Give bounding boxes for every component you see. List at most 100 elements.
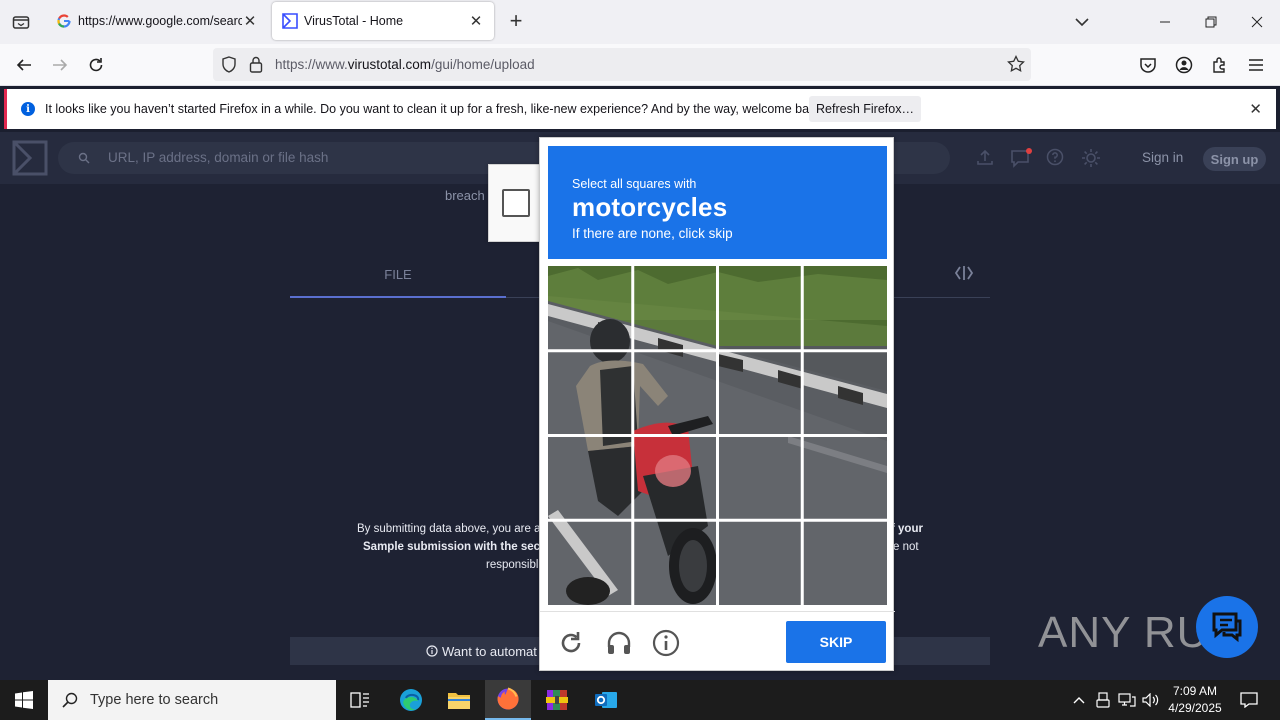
- challenge-footer: SKIP: [540, 611, 895, 671]
- start-windows-icon[interactable]: [0, 680, 48, 720]
- grid-cell-16[interactable]: [803, 521, 886, 604]
- grid-cell-8[interactable]: [803, 351, 886, 434]
- url-path: /gui/home/upload: [431, 57, 535, 72]
- restore-button[interactable]: [1188, 0, 1234, 44]
- grid-cell-5[interactable]: [548, 351, 631, 434]
- clock-time: 7:09 AM: [1172, 684, 1218, 698]
- network-icon[interactable]: [1117, 690, 1137, 710]
- tab-bar: https://www.google.com/search ✕ VirusTot…: [0, 0, 1280, 44]
- challenge-target: motorcycles: [572, 192, 728, 222]
- tab-file[interactable]: FILE: [290, 252, 506, 298]
- grid-cell-12[interactable]: [803, 436, 886, 519]
- sign-up-button[interactable]: Sign up: [1203, 147, 1266, 171]
- google-icon: [56, 13, 72, 29]
- list-all-tabs-icon[interactable]: [0, 0, 42, 44]
- intro-text: breach: [445, 188, 485, 203]
- chat-support-button[interactable]: [1196, 596, 1258, 658]
- search-icon: [78, 152, 90, 167]
- notification-message: It looks like you haven’t started Firefo…: [45, 102, 826, 116]
- taskbar-search-input[interactable]: Type here to search: [48, 680, 336, 720]
- back-icon[interactable]: [9, 50, 39, 80]
- url-domain: virustotal.com: [347, 57, 432, 72]
- grid-cell-2[interactable]: [633, 266, 716, 349]
- menu-icon[interactable]: [1241, 50, 1271, 80]
- sign-in-link[interactable]: Sign in: [1142, 150, 1183, 165]
- grid-cell-15[interactable]: [718, 521, 801, 604]
- lock-icon[interactable]: [249, 56, 263, 76]
- clock-date: 4/29/2025: [1168, 701, 1222, 715]
- challenge-instruction: Select all squares with: [572, 177, 697, 191]
- edge-icon[interactable]: [388, 680, 434, 720]
- minimize-button[interactable]: [1142, 0, 1188, 44]
- tracking-shield-icon[interactable]: [221, 56, 237, 76]
- notifications-icon[interactable]: [1010, 148, 1032, 168]
- volume-icon[interactable]: [1141, 690, 1161, 710]
- grid-cell-7[interactable]: [718, 351, 801, 434]
- grid-cell-14[interactable]: [633, 521, 716, 604]
- challenge-hint: If there are none, click skip: [572, 226, 733, 241]
- tab-google[interactable]: https://www.google.com/search ✕: [46, 2, 268, 40]
- terms-line2-end: e not: [893, 541, 919, 553]
- new-tab-button[interactable]: +: [503, 8, 529, 36]
- tab-title: https://www.google.com/search: [78, 14, 242, 28]
- extensions-icon[interactable]: [1205, 50, 1235, 80]
- winrar-icon[interactable]: [534, 680, 580, 720]
- search-icon: [62, 692, 78, 708]
- upload-icon[interactable]: [976, 148, 996, 168]
- help-info-icon[interactable]: [652, 629, 680, 657]
- info-icon: i: [21, 102, 35, 116]
- close-tab-icon[interactable]: ✕: [242, 12, 258, 30]
- usb-device-icon[interactable]: [1093, 690, 1113, 710]
- pocket-icon[interactable]: [1133, 50, 1163, 80]
- help-icon[interactable]: [1046, 148, 1066, 168]
- terms-line1: By submitting data above, you are ag: [357, 523, 547, 535]
- close-window-button[interactable]: [1234, 0, 1280, 44]
- grid-cell-13[interactable]: [548, 521, 631, 604]
- info-circle-icon: [426, 645, 438, 657]
- virustotal-logo-icon[interactable]: [12, 140, 48, 179]
- account-icon[interactable]: [1169, 50, 1199, 80]
- refresh-firefox-button[interactable]: Refresh Firefox…: [809, 96, 921, 122]
- grid-cell-1[interactable]: [548, 266, 631, 349]
- grid-cell-6[interactable]: [633, 351, 716, 434]
- theme-sun-icon[interactable]: [1081, 148, 1101, 168]
- terms-line3: responsibl: [486, 559, 539, 571]
- grid-cell-3[interactable]: [718, 266, 801, 349]
- outlook-icon[interactable]: [583, 680, 629, 720]
- url-text[interactable]: https://www.virustotal.com/gui/home/uplo…: [275, 57, 535, 72]
- windows-taskbar: Type here to search 7:09 AM 4/29/2025: [0, 680, 1280, 720]
- terms-line1-end: f your: [891, 523, 923, 535]
- audio-challenge-icon[interactable]: [605, 629, 633, 657]
- address-bar[interactable]: https://www.virustotal.com/gui/home/uplo…: [213, 48, 1031, 81]
- action-center-icon[interactable]: [1237, 690, 1261, 710]
- firefox-icon[interactable]: [485, 680, 531, 720]
- grid-cell-4[interactable]: [803, 266, 886, 349]
- tab-virustotal[interactable]: VirusTotal - Home ✕: [272, 2, 494, 40]
- refresh-firefox-notification: i It looks like you haven’t started Fire…: [4, 89, 1276, 129]
- challenge-header: Select all squares with motorcycles If t…: [548, 146, 887, 259]
- api-icon[interactable]: [954, 264, 974, 287]
- recaptcha-checkbox[interactable]: [502, 189, 530, 217]
- file-explorer-icon[interactable]: [436, 680, 482, 720]
- virustotal-icon: [282, 13, 298, 29]
- reload-challenge-icon[interactable]: [557, 629, 585, 657]
- recaptcha-checkbox-card: [488, 164, 542, 242]
- forward-icon[interactable]: [45, 50, 75, 80]
- task-view-icon[interactable]: [337, 680, 383, 720]
- close-icon[interactable]: ✕: [1249, 100, 1262, 118]
- challenge-image-grid: [548, 266, 887, 605]
- grid-cell-11[interactable]: [718, 436, 801, 519]
- skip-button[interactable]: SKIP: [786, 621, 886, 663]
- navigation-bar: https://www.virustotal.com/gui/home/uplo…: [0, 44, 1280, 86]
- system-clock[interactable]: 7:09 AM 4/29/2025: [1164, 683, 1226, 717]
- chevron-down-icon[interactable]: [1070, 10, 1094, 34]
- taskbar-search-placeholder: Type here to search: [90, 692, 219, 708]
- grid-cell-9[interactable]: [548, 436, 631, 519]
- bookmark-star-icon[interactable]: [1007, 54, 1025, 76]
- grid-cell-10[interactable]: [633, 436, 716, 519]
- reload-icon[interactable]: [81, 50, 111, 80]
- chevron-up-icon[interactable]: [1069, 690, 1089, 710]
- close-tab-icon[interactable]: ✕: [468, 12, 484, 30]
- tab-title: VirusTotal - Home: [304, 14, 404, 28]
- chat-icon: [1212, 612, 1242, 643]
